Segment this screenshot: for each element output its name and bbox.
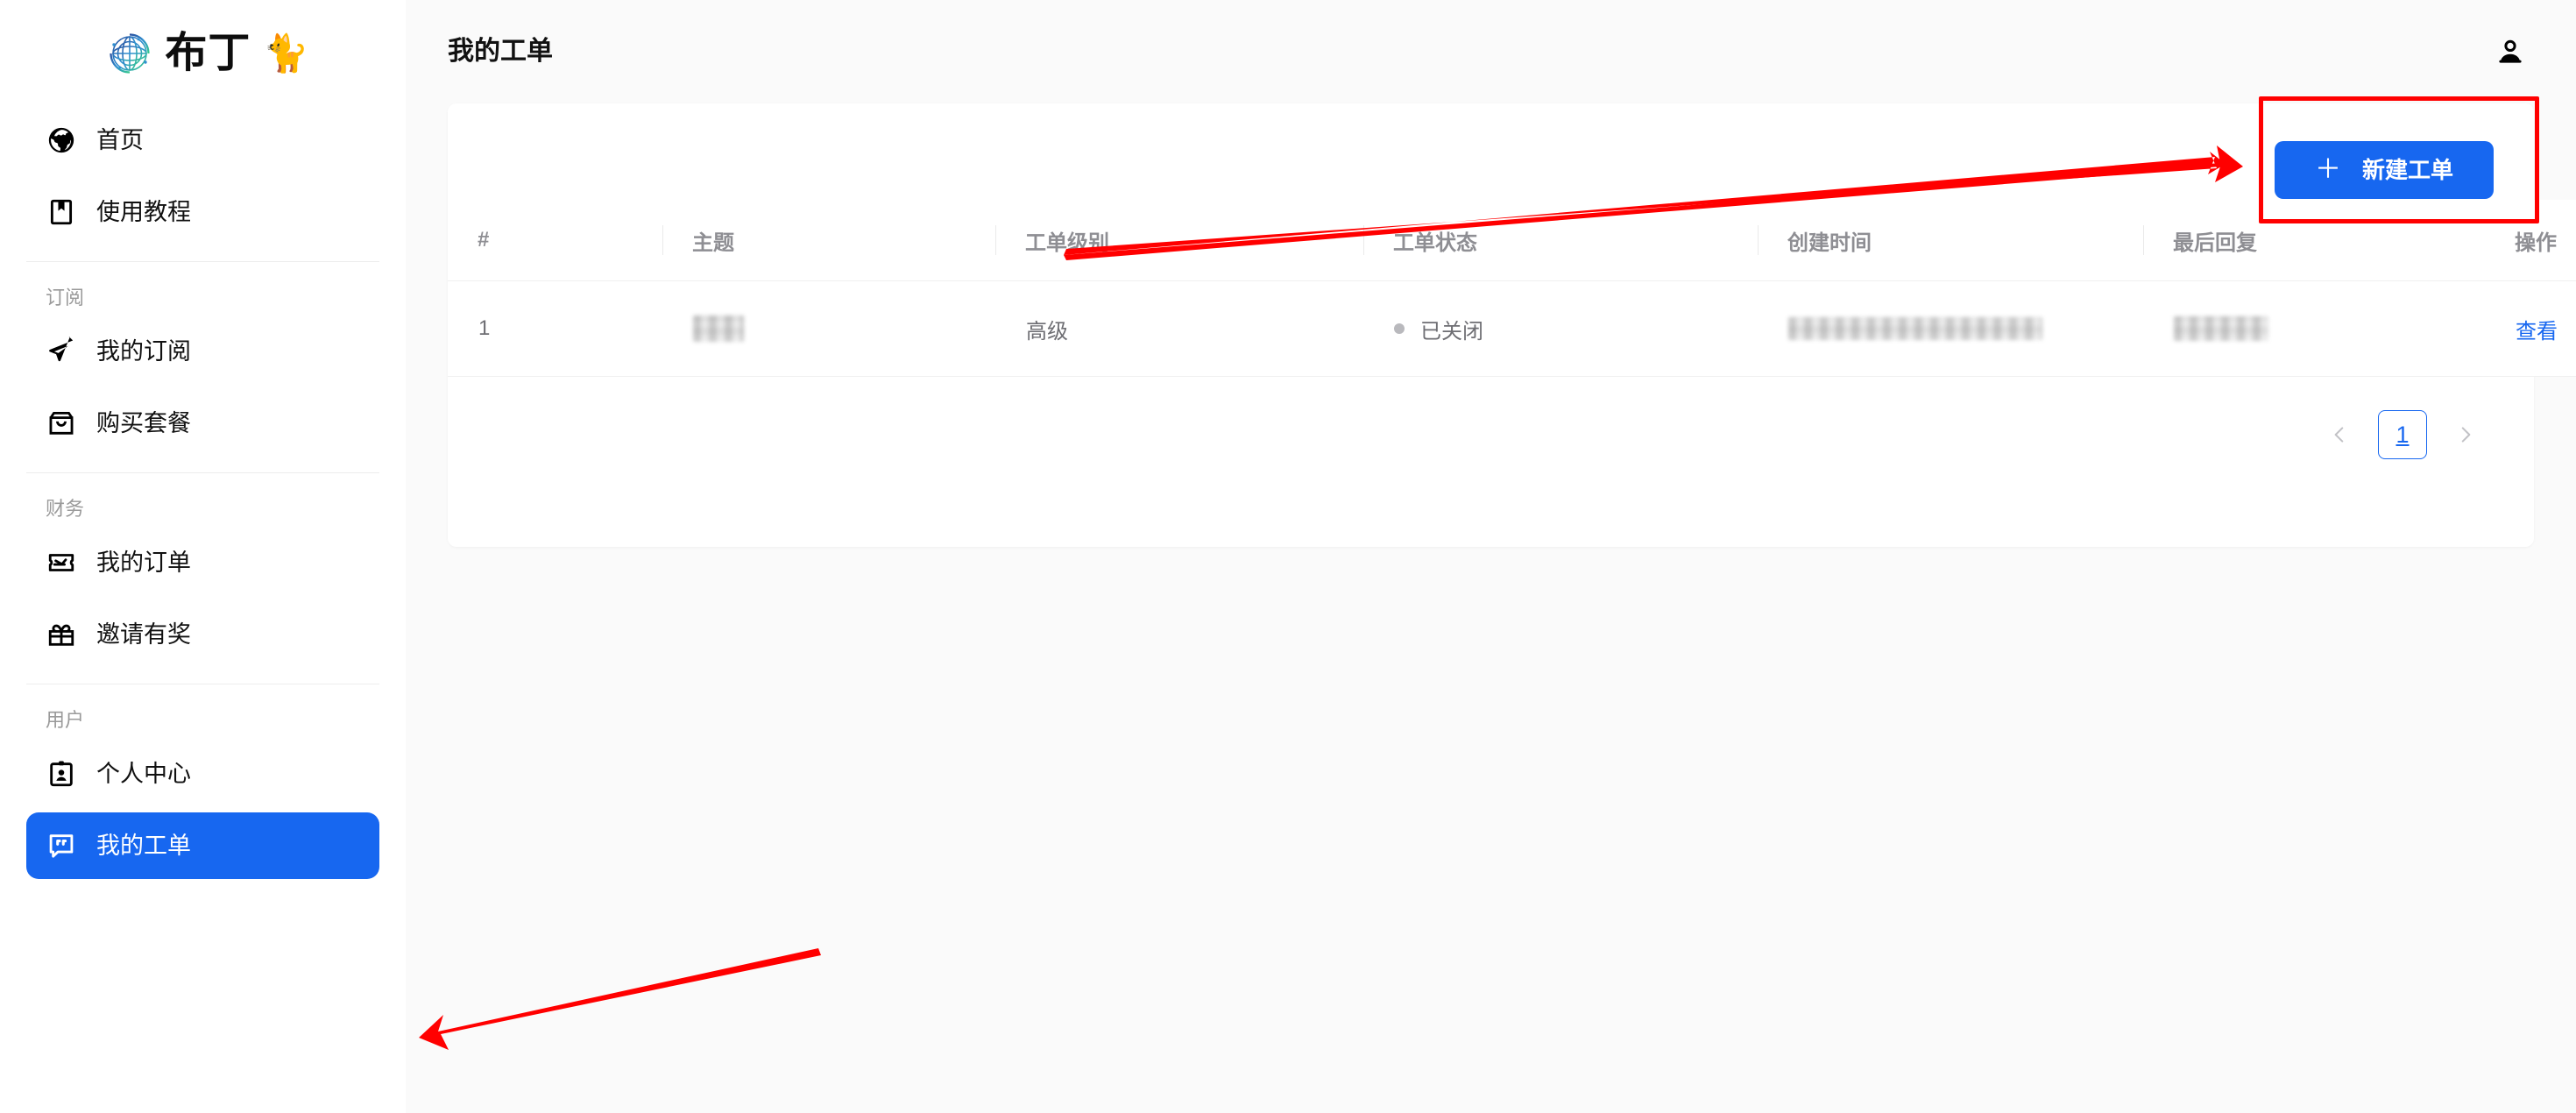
col-header-label: # <box>478 228 490 252</box>
cell-value: 1 <box>478 316 491 340</box>
sidebar-item-label: 邀请有奖 <box>96 620 191 648</box>
view-ticket-link[interactable]: 查看 <box>2516 314 2558 344</box>
sidebar-group-label: 财务 <box>46 498 85 520</box>
user-account-icon[interactable] <box>2490 32 2530 72</box>
card-toolbar: ＋ 新建工单 <box>448 103 2534 200</box>
status-badge: 已关闭 <box>1420 319 1483 344</box>
col-header-action: 操作 <box>2485 200 2576 281</box>
sidebar-item-my-tickets[interactable]: 我的工单 <box>26 812 379 879</box>
redacted-last-reply <box>2174 316 2268 341</box>
bookmark-book-icon <box>46 196 77 228</box>
new-ticket-button-label: 新建工单 <box>2361 157 2453 183</box>
message-quote-icon <box>46 830 77 861</box>
cat-emoji-icon: 🐈 <box>263 32 309 74</box>
redacted-created-time <box>1788 317 2042 340</box>
sidebar-item-label: 个人中心 <box>96 760 191 787</box>
sidebar-item-profile-center[interactable]: 个人中心 <box>26 741 379 807</box>
gift-icon <box>46 619 77 650</box>
nav-top-section: 首页 使用教程 <box>0 107 406 245</box>
sidebar-item-my-orders[interactable]: 我的订单 <box>26 529 379 596</box>
cell-value: 高级 <box>1026 319 1068 344</box>
cell-status: 已关闭 <box>1363 280 1758 377</box>
redacted-subject <box>693 315 744 342</box>
cell-created-time <box>1758 280 2143 377</box>
new-ticket-button[interactable]: ＋ 新建工单 <box>2274 141 2494 199</box>
sidebar-item-tutorial[interactable]: 使用教程 <box>26 179 379 245</box>
sidebar-item-label: 我的工单 <box>96 832 191 859</box>
table-row[interactable]: 1 高级 已关闭 查看 <box>448 280 2576 377</box>
tickets-table: # 主题 工单级别 工单状态 创建时间 最后回复 操作 1 高级 已关闭 查看 <box>448 200 2576 377</box>
col-header-label: 操作 <box>2515 230 2557 255</box>
globe-icon <box>46 124 77 156</box>
cell-action: 查看 <box>2485 280 2576 377</box>
col-header-subject: 主题 <box>662 200 995 281</box>
sidebar-item-home[interactable]: 首页 <box>26 107 379 174</box>
col-header-level: 工单级别 <box>995 200 1363 281</box>
cell-level: 高级 <box>995 280 1363 377</box>
sidebar-item-label: 使用教程 <box>96 198 191 225</box>
plus-icon: ＋ <box>2314 155 2341 184</box>
col-header-created-time: 创建时间 <box>1758 200 2143 281</box>
brand-name: 布丁 <box>165 30 251 76</box>
col-header-index: # <box>448 200 662 281</box>
app-root: 布丁 🐈 首页 使用教程 订阅 我的订阅 购买套餐 财务 我的订单 邀请有奖 用… <box>0 0 2576 1113</box>
table-head: # 主题 工单级别 工单状态 创建时间 最后回复 操作 <box>448 200 2576 281</box>
pagination-page-1[interactable]: 1 <box>2378 410 2427 459</box>
cell-index: 1 <box>448 280 662 377</box>
col-header-status: 工单状态 <box>1363 200 1758 281</box>
sidebar-item-label: 购买套餐 <box>96 409 191 436</box>
cell-last-reply <box>2143 280 2485 377</box>
brand-logo-area[interactable]: 布丁 🐈 <box>0 0 406 107</box>
tickets-card: ＋ 新建工单 # 主题 工单级别 工单状态 创建时间 最后回复 操作 1 高级 … <box>448 103 2576 547</box>
status-dot-icon <box>1394 323 1405 334</box>
page-title: 我的工单 <box>448 37 553 66</box>
ticket-icon <box>46 547 77 578</box>
col-header-label: 创建时间 <box>1787 230 1872 255</box>
sidebar-item-buy-package[interactable]: 购买套餐 <box>26 390 379 457</box>
top-bar: 我的工单 <box>406 0 2576 103</box>
chevron-right-icon[interactable] <box>2443 412 2488 457</box>
col-header-label: 最后回复 <box>2173 230 2257 255</box>
shopping-bag-icon <box>46 408 77 439</box>
sidebar-item-invite-reward[interactable]: 邀请有奖 <box>26 601 379 668</box>
sidebar-item-my-subscription[interactable]: 我的订阅 <box>26 318 379 385</box>
sidebar-item-label: 我的订阅 <box>96 337 191 365</box>
cell-subject <box>662 280 995 377</box>
col-header-last-reply: 最后回复 <box>2143 200 2485 281</box>
chevron-left-icon[interactable] <box>2317 412 2362 457</box>
col-header-label: 工单状态 <box>1393 230 1477 255</box>
sidebar-group-label: 用户 <box>46 709 85 731</box>
sidebar-group-label: 订阅 <box>46 287 85 308</box>
table-header-row: # 主题 工单级别 工单状态 创建时间 最后回复 操作 <box>448 200 2576 281</box>
send-plane-icon <box>46 336 77 367</box>
pagination: 1 <box>448 377 2534 459</box>
table-body: 1 高级 已关闭 查看 <box>448 280 2576 377</box>
globe-network-logo-icon <box>105 29 154 78</box>
sidebar-item-label: 我的订单 <box>96 549 191 576</box>
sidebar: 布丁 🐈 首页 使用教程 订阅 我的订阅 购买套餐 财务 我的订单 邀请有奖 用… <box>0 0 406 1113</box>
sidebar-item-label: 首页 <box>96 126 144 153</box>
col-header-label: 主题 <box>692 230 734 255</box>
col-header-label: 工单级别 <box>1025 230 1109 255</box>
nav-group-subscription: 订阅 我的订阅 购买套餐 <box>0 262 406 457</box>
nav-group-finance: 财务 我的订单 邀请有奖 <box>0 473 406 668</box>
id-card-icon <box>46 758 77 790</box>
main-content: 我的工单 ＋ 新建工单 # 主题 工单级别 工单状态 创建时间 最后回复 操作 … <box>406 0 2576 1113</box>
nav-group-user: 用户 个人中心 我的工单 <box>0 684 406 879</box>
